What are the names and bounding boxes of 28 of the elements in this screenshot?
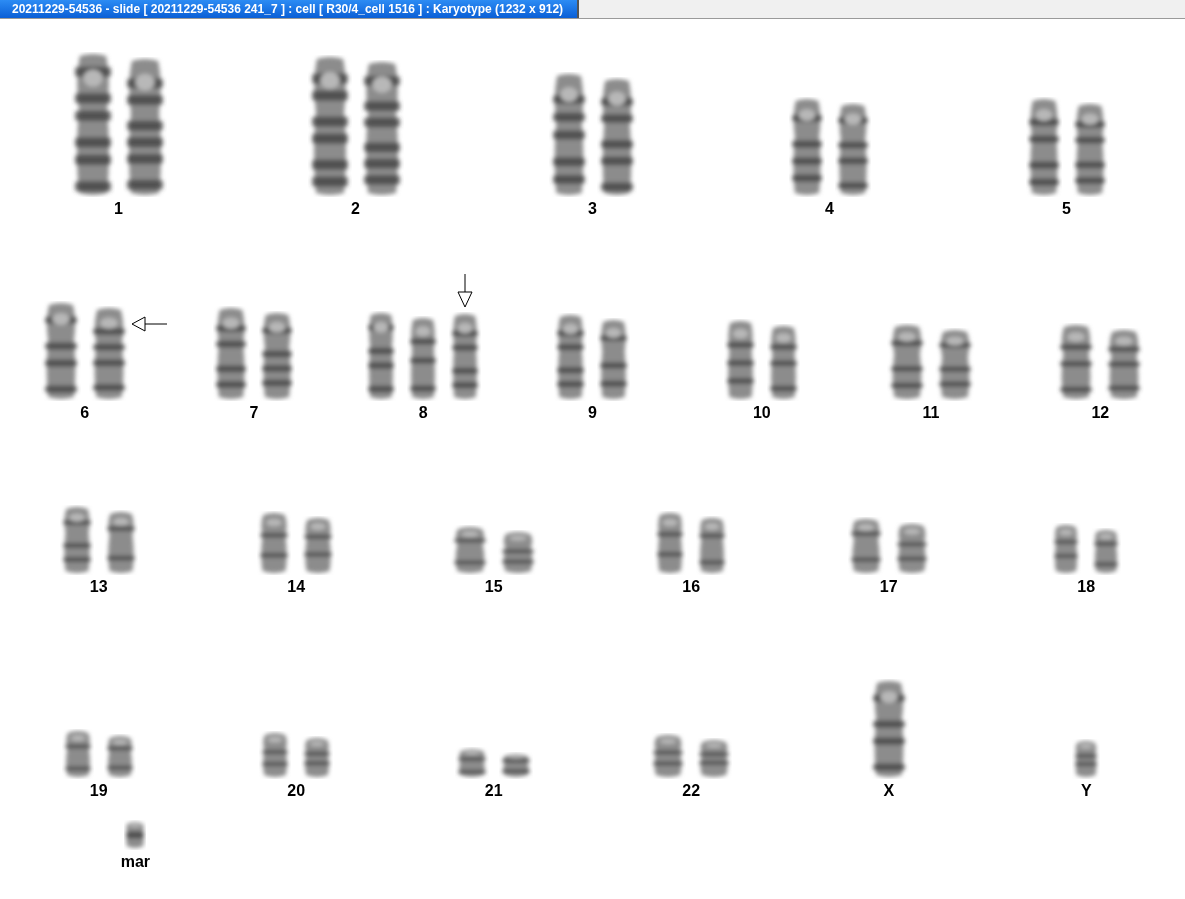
chromosome-number: 20 bbox=[287, 781, 306, 801]
chromosome-number: 22 bbox=[682, 781, 701, 801]
chromosome-number: 5 bbox=[1062, 199, 1071, 219]
chromosome-number: 14 bbox=[287, 577, 306, 597]
chromosome-number: 1 bbox=[114, 199, 123, 219]
chromosome-number: 17 bbox=[879, 577, 898, 597]
chromosome-number: 8 bbox=[418, 403, 428, 423]
chromosome-number: Y bbox=[1080, 781, 1092, 801]
chromosome-number: 10 bbox=[752, 403, 771, 423]
chromosome-number: 9 bbox=[588, 403, 597, 423]
chromosome-number: 15 bbox=[484, 577, 503, 597]
pointer-arrow bbox=[130, 315, 167, 332]
chromosome-number: 2 bbox=[351, 199, 360, 219]
chromosome-number: 11 bbox=[922, 403, 940, 423]
chromosome-number: mar bbox=[120, 852, 151, 872]
chromosome-number: 16 bbox=[682, 577, 701, 597]
chromosome-number: 12 bbox=[1091, 403, 1110, 423]
pointer-arrow bbox=[457, 274, 474, 308]
chromosome-number: X bbox=[883, 781, 895, 801]
chromosome-number: 7 bbox=[249, 403, 259, 423]
chromosome-number: 3 bbox=[588, 199, 597, 219]
window-title: 20211229-54536 - slide [ 20211229-54536 241_7 ] : cell [ R30/4_cell 1516 ] : Karyotype (1232 x 912) bbox=[0, 0, 580, 18]
chromosome-number: 13 bbox=[89, 577, 108, 597]
chromosome-number: 6 bbox=[80, 403, 90, 423]
chromosome-number: 19 bbox=[89, 781, 108, 801]
chromosome-number: 18 bbox=[1077, 577, 1096, 597]
chromosome-number: 4 bbox=[825, 199, 834, 219]
chromosome-number: 21 bbox=[484, 781, 503, 801]
